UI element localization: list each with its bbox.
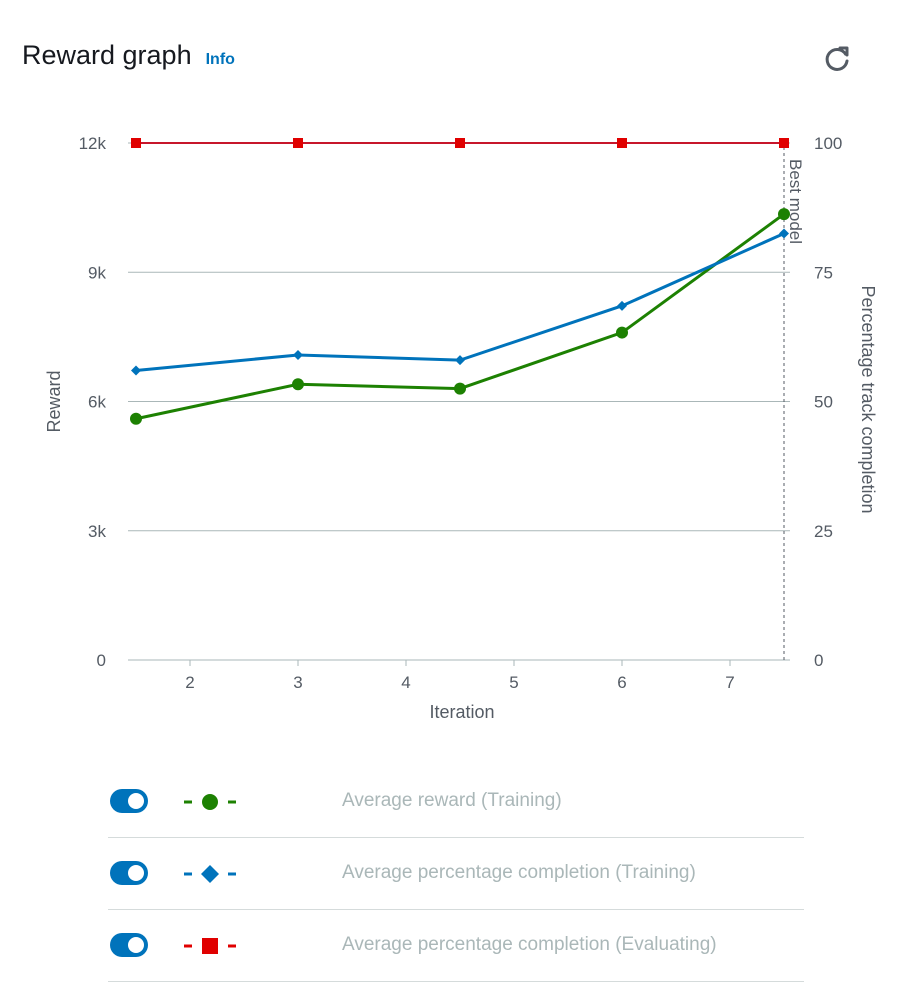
y2-tick-label: 100 [814,134,842,153]
data-point-diamond [455,355,465,366]
data-point-diamond [617,300,627,311]
y2-tick-label: 50 [814,393,833,412]
legend-row-average-percentage-completion-training: Average percentage completion (Training) [108,838,804,910]
header: Reward graph Info [22,40,235,71]
legend-row-average-percentage-completion-evaluating: Average percentage completion (Evaluatin… [108,910,804,982]
refresh-icon [825,46,849,71]
y2-tick-label: 25 [814,522,833,541]
legend-marker-diamond [184,865,236,883]
y-tick-label: 0 [97,651,106,670]
toggle-knob [128,793,144,809]
x-axis-title: Iteration [429,702,494,722]
data-point-circle [778,208,790,221]
y2-axis-title: Percentage track completion [858,285,878,513]
page-title: Reward graph [22,40,192,70]
toggle-knob [128,865,144,881]
toggle-knob [128,937,144,953]
data-point-square [617,138,627,148]
data-point-circle [130,412,142,425]
x-tick-label: 4 [401,673,410,692]
data-point-circle [616,326,628,339]
legend-marker-circle [184,794,236,810]
y2-tick-label: 75 [814,263,833,282]
y-tick-label: 12k [79,134,107,153]
x-tick-label: 5 [509,673,518,692]
series-line-diamond [135,232,785,372]
data-point-square [293,138,303,148]
x-tick-label: 7 [725,673,734,692]
y-axis-title: Reward [44,370,64,432]
y-tick-label: 6k [88,393,106,412]
info-link[interactable]: Info [206,51,235,69]
data-point-square [131,138,141,148]
toggle-average-percentage-completion-evaluating[interactable] [110,933,148,957]
y2-tick-label: 0 [814,651,823,670]
legend-label: Average percentage completion (Evaluatin… [342,934,717,955]
x-tick-label: 6 [617,673,626,692]
data-point-circle [292,378,304,391]
x-tick-label: 2 [185,673,194,692]
data-point-diamond [293,349,303,360]
toggle-average-reward-training[interactable] [110,789,148,813]
reward-chart: 0 3k 6k 9k 12k 0 25 50 75 100 2 3 4 5 6 7 Iteration Rewar… [44,134,878,722]
refresh-button[interactable] [818,40,856,78]
data-point-square [455,138,465,148]
y-tick-label: 3k [88,522,106,541]
y-tick-label: 9k [88,263,106,282]
toggle-average-percentage-completion-training[interactable] [110,861,148,885]
legend-row-average-reward-training: Average reward (Training) [108,766,804,838]
legend-marker-square [184,938,236,954]
best-model-label: Best model [786,159,805,244]
chart-legend: Average reward (Training) Average percen… [108,766,804,982]
legend-label: Average reward (Training) [342,790,562,811]
legend-label: Average percentage completion (Training) [342,862,696,883]
data-point-square [779,138,789,148]
x-tick-label: 3 [293,673,302,692]
data-point-diamond [131,365,141,376]
data-point-circle [454,382,466,395]
